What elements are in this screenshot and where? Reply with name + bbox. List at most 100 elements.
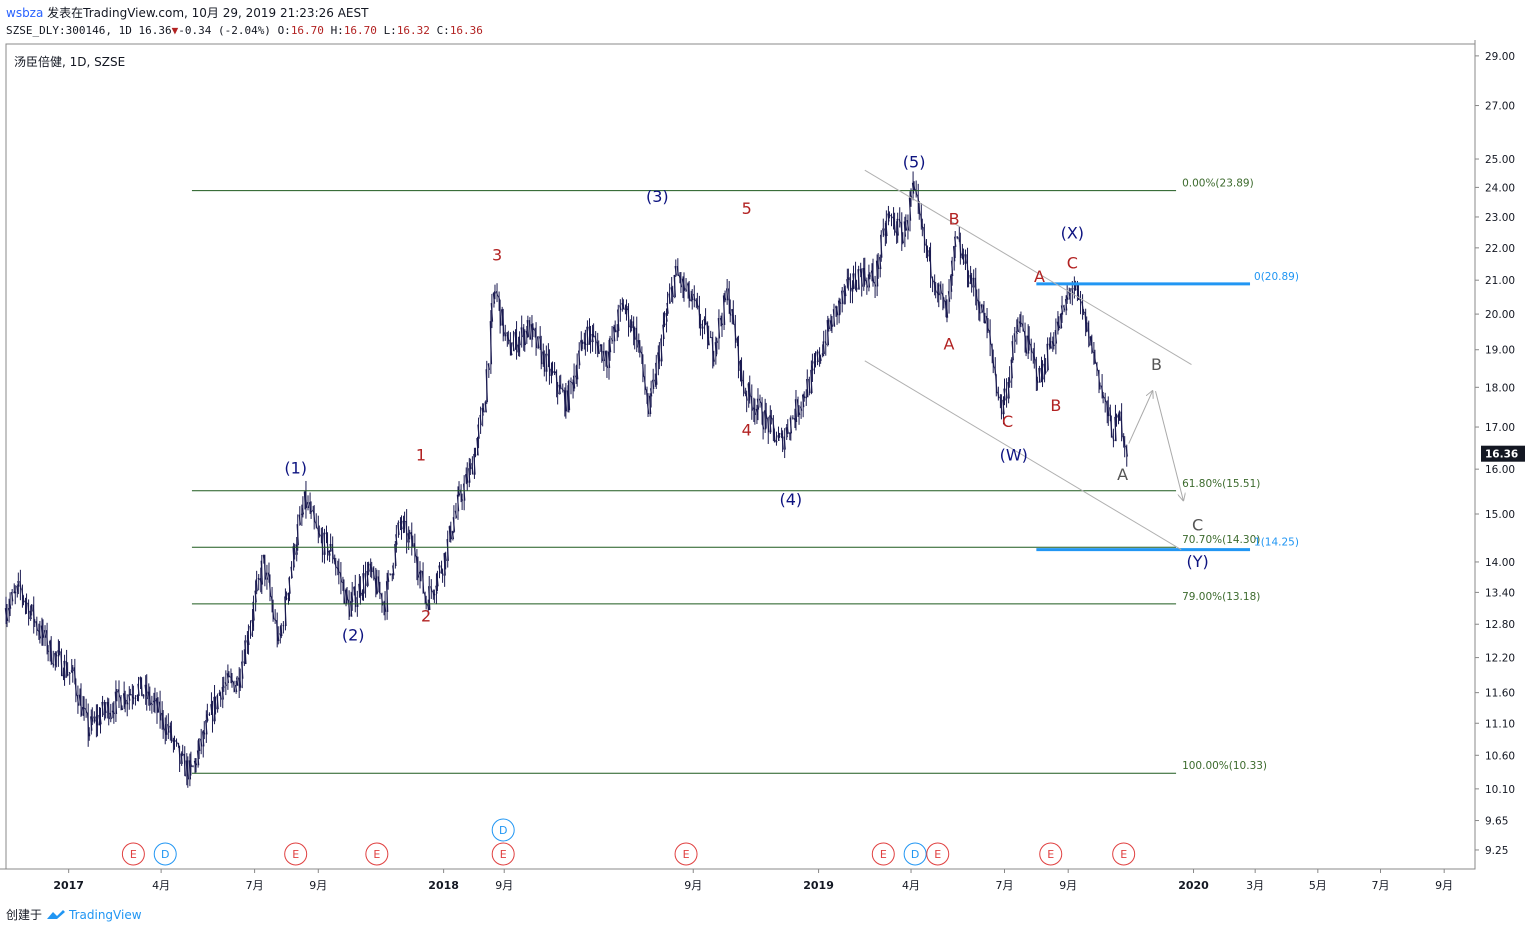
event-letter: D [161, 848, 169, 861]
wave-label: (1) [284, 459, 307, 478]
footer: 创建于 TradingView [6, 906, 142, 923]
wave-label: 2 [421, 607, 431, 626]
earnings-marker[interactable]: E [365, 842, 389, 866]
time-tick-label: 5月 [1309, 879, 1327, 892]
price-tick-label: 17.00 [1485, 422, 1515, 434]
price-tick-label: 14.00 [1485, 557, 1515, 569]
price-tick-label: 12.80 [1485, 619, 1515, 631]
wave-label: (X) [1061, 223, 1084, 242]
event-letter: E [934, 848, 941, 861]
wave-label: (5) [903, 152, 926, 171]
event-letter: E [292, 848, 299, 861]
author-name[interactable]: wsbza [6, 6, 43, 20]
price-tick-label: 25.00 [1485, 154, 1515, 166]
dividend-marker[interactable]: D [903, 842, 927, 866]
wave-label: (2) [342, 626, 365, 645]
last-price: 16.36 [138, 24, 172, 37]
earnings-marker[interactable]: E [121, 842, 145, 866]
fib-retracement-label: 100.00%(10.33) [1182, 760, 1267, 772]
wave-label: 3 [492, 246, 502, 265]
fib-retracement-label: 0.00%(23.89) [1182, 178, 1254, 190]
fib-retracement-label: 61.80%(15.51) [1182, 478, 1260, 490]
earnings-marker[interactable]: E [871, 842, 895, 866]
candle-body [181, 753, 184, 756]
dividend-marker[interactable]: D [491, 818, 515, 842]
event-letter: E [1047, 848, 1054, 861]
high-value: 16.70 [343, 24, 377, 37]
chart-title: 汤臣倍健, 1D, SZSE [14, 54, 125, 69]
time-tick-label: 2019 [803, 879, 834, 892]
price-tick-label: 12.20 [1485, 653, 1515, 665]
time-tick-label: 9月 [1059, 879, 1077, 892]
last-price-label: 16.36 [1485, 449, 1518, 461]
dividend-marker[interactable]: D [153, 842, 177, 866]
time-tick-label: 7月 [246, 879, 264, 892]
tradingview-brand[interactable]: TradingView [46, 908, 142, 922]
event-letter: E [500, 848, 507, 861]
low-value: 16.32 [396, 24, 430, 37]
price-tick-label: 9.65 [1485, 816, 1508, 828]
plot-frame [5, 43, 1476, 870]
price-tick-label: 22.00 [1485, 243, 1515, 255]
event-letter: E [880, 848, 887, 861]
earnings-marker[interactable]: E [1112, 842, 1136, 866]
event-letter: E [1120, 848, 1127, 861]
created-by-label: 创建于 [6, 908, 43, 922]
price-tick-label: 19.00 [1485, 345, 1515, 357]
time-tick-label: 7月 [1371, 879, 1389, 892]
low-label: L: [383, 24, 397, 37]
price-tick-label: 24.00 [1485, 182, 1515, 194]
fib-extension-label: 1(14.25) [1254, 537, 1299, 549]
earnings-marker[interactable]: E [674, 842, 698, 866]
candle-body [403, 520, 406, 523]
earnings-marker[interactable]: E [1039, 842, 1063, 866]
price-tick-label: 16.00 [1485, 464, 1515, 476]
time-tick-label: 9月 [684, 879, 702, 892]
chart-header-line1: wsbza 发表在TradingView.com, 10月 29, 2019 2… [6, 4, 368, 21]
wave-label: A [1034, 267, 1045, 286]
candle-body [282, 624, 285, 627]
wave-label: (4) [780, 490, 803, 509]
wave-label: (3) [646, 187, 669, 206]
price-tick-label: 29.00 [1485, 51, 1515, 63]
fib-retracement-label: 70.70%(14.30) [1182, 534, 1260, 546]
price-tick-label: 11.10 [1485, 718, 1515, 730]
symbol-label: SZSE_DLY:300146, 1D [6, 24, 132, 37]
candle-body [134, 697, 137, 700]
candle-body [814, 360, 817, 363]
tradingview-brand-label: TradingView [69, 907, 142, 922]
price-tick-label: 21.00 [1485, 275, 1515, 287]
wave-label: B [1050, 396, 1061, 415]
time-tick-label: 9月 [1435, 879, 1453, 892]
candle-body [1099, 385, 1101, 387]
wave-label: C [1192, 515, 1203, 534]
time-tick-label: 7月 [996, 879, 1014, 892]
price-tick-label: 20.00 [1485, 309, 1515, 321]
candle-body [142, 694, 145, 697]
high-label: H: [330, 24, 344, 37]
wave-label: C [1002, 412, 1013, 431]
price-tick-label: 15.00 [1485, 509, 1515, 521]
time-tick-label: 4月 [902, 879, 920, 892]
earnings-marker[interactable]: E [491, 842, 515, 866]
price-tick-label: 23.00 [1485, 212, 1515, 224]
price-chart[interactable]: 汤臣倍健, 1D, SZSE 0.00%(23.89) 61.80%(15.51) 7… [0, 40, 1528, 902]
price-tick-label: 10.10 [1485, 784, 1515, 796]
candle-body [25, 602, 28, 604]
candle-body [791, 417, 794, 420]
wave-label: (W) [1000, 446, 1028, 465]
price-tick-label: 13.40 [1485, 587, 1515, 599]
close-value: 16.36 [449, 24, 483, 37]
price-change: -0.34 (-2.04%) [178, 24, 271, 37]
wave-label: A [944, 335, 955, 354]
wave-label: B [949, 210, 960, 229]
wave-label: 4 [742, 420, 752, 439]
earnings-marker[interactable]: E [284, 842, 308, 866]
event-letter: D [499, 824, 507, 837]
price-tick-label: 10.60 [1485, 750, 1515, 762]
publish-info: 发表在TradingView.com, 10月 29, 2019 21:23:2… [47, 6, 369, 20]
fib-extension-label: 0(20.89) [1254, 271, 1299, 283]
wave-label: B [1151, 355, 1162, 374]
earnings-marker[interactable]: E [926, 842, 950, 866]
event-letter: E [130, 848, 137, 861]
